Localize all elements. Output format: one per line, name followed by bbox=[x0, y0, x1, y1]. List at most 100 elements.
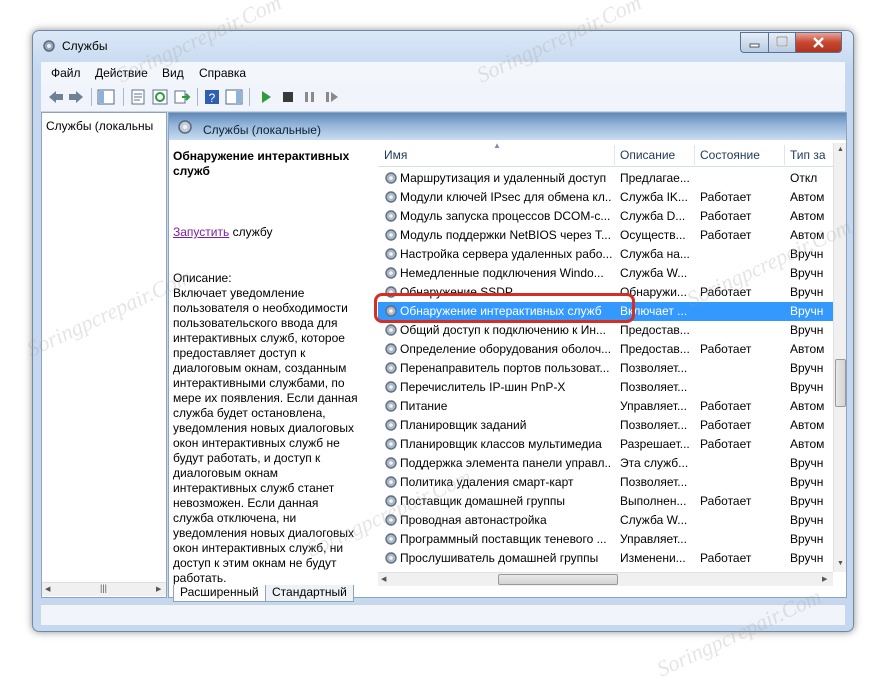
service-action: Запустить службу bbox=[173, 225, 272, 240]
scroll-left-icon[interactable]: ◀ bbox=[381, 575, 386, 583]
pane-header: Службы (локальные) bbox=[169, 113, 846, 140]
service-row[interactable]: Обнаружение интерактивных служб Включает … bbox=[378, 302, 833, 321]
service-startup-type: Автом bbox=[790, 437, 825, 451]
service-row[interactable]: Модуль запуска процессов DCOM-с... Служба… bbox=[378, 207, 833, 226]
minimize-button[interactable] bbox=[740, 32, 769, 53]
close-button[interactable] bbox=[795, 32, 842, 53]
menu-file[interactable]: Файл bbox=[51, 66, 81, 80]
service-description: Управляет... bbox=[620, 532, 687, 546]
service-description: Служба IK... bbox=[620, 190, 688, 204]
service-row[interactable]: Модуль поддержки NetBIOS через T... Осуще… bbox=[378, 226, 833, 245]
service-startup-type: Вручн bbox=[790, 475, 824, 489]
service-gear-icon bbox=[385, 457, 397, 469]
start-service-link[interactable]: Запустить bbox=[173, 225, 229, 239]
service-row[interactable]: Проводная автонастройка Служба W... Вручн bbox=[378, 511, 833, 530]
services-window: Службы Файл Действие Вид Справка ? Служб… bbox=[32, 30, 854, 632]
column-state[interactable]: Состояние bbox=[700, 148, 760, 162]
menu-action[interactable]: Действие bbox=[95, 66, 148, 80]
refresh-icon[interactable] bbox=[151, 88, 169, 106]
column-divider[interactable] bbox=[614, 145, 615, 165]
scroll-right-icon[interactable]: ▶ bbox=[822, 575, 827, 583]
service-name: Модуль поддержки NetBIOS через T... bbox=[400, 228, 611, 242]
service-name: Определение оборудования оболоч... bbox=[400, 342, 612, 356]
service-action-text: службу bbox=[229, 225, 273, 239]
service-name: Прослушиватель домашней группы bbox=[400, 551, 599, 565]
pause-service-icon[interactable] bbox=[301, 88, 319, 106]
service-startup-type: Вручн bbox=[790, 456, 824, 470]
service-gear-icon bbox=[385, 495, 397, 507]
service-state: Работает bbox=[700, 418, 752, 432]
service-row[interactable]: Общий доступ к подключению к Ин... Предос… bbox=[378, 321, 833, 340]
service-gear-icon bbox=[385, 191, 397, 203]
stop-service-icon[interactable] bbox=[279, 88, 297, 106]
service-row[interactable]: Планировщик заданий Позволяет... Работает А… bbox=[378, 416, 833, 435]
menu-view[interactable]: Вид bbox=[162, 66, 184, 80]
service-row[interactable]: Программный поставщик теневого ... Управл… bbox=[378, 530, 833, 549]
column-divider[interactable] bbox=[694, 145, 695, 165]
maximize-button[interactable] bbox=[768, 32, 796, 53]
service-row[interactable]: Поставщик домашней группы Выполнен... Рабо… bbox=[378, 492, 833, 511]
service-name: Проводная автонастройка bbox=[400, 513, 547, 527]
service-gear-icon bbox=[385, 381, 397, 393]
menu-help[interactable]: Справка bbox=[199, 66, 246, 80]
service-gear-icon bbox=[385, 362, 397, 374]
selected-service-name: Обнаружение интерактивных служб bbox=[173, 149, 350, 178]
start-service-icon[interactable] bbox=[257, 88, 275, 106]
service-startup-type: Автом bbox=[790, 418, 825, 432]
back-icon[interactable] bbox=[47, 88, 65, 106]
action-pane-icon[interactable] bbox=[225, 88, 243, 106]
service-gear-icon bbox=[385, 533, 397, 545]
view-tabs: Расширенный Стандартный bbox=[169, 585, 845, 603]
service-row[interactable]: Поддержка элемента панели управл... Эта с… bbox=[378, 454, 833, 473]
window-title: Службы bbox=[62, 39, 108, 53]
list-vertical-scrollbar[interactable]: ▲ ▼ bbox=[833, 143, 846, 572]
service-row[interactable]: Маршрутизация и удаленный доступ Предлага… bbox=[378, 169, 833, 188]
tab-standard[interactable]: Стандартный bbox=[265, 585, 354, 602]
toolbar-separator bbox=[249, 88, 250, 106]
tab-extended[interactable]: Расширенный bbox=[173, 585, 266, 602]
column-divider[interactable] bbox=[784, 145, 785, 165]
restart-service-icon[interactable] bbox=[323, 88, 341, 106]
vertical-scroll-thumb[interactable] bbox=[835, 359, 846, 407]
service-name: Обнаружение интерактивных служб bbox=[400, 304, 602, 318]
service-row[interactable]: Политика удаления смарт-карт Позволяет...… bbox=[378, 473, 833, 492]
service-row[interactable]: Немедленные подключения Windo... Служба W… bbox=[378, 264, 833, 283]
scroll-thumb-grip-icon[interactable]: ||| bbox=[100, 583, 107, 593]
show-hide-console-tree-icon[interactable] bbox=[97, 88, 115, 106]
service-description: Предостав... bbox=[620, 342, 690, 356]
service-name: Общий доступ к подключению к Ин... bbox=[400, 323, 607, 337]
service-gear-icon bbox=[385, 476, 397, 488]
help-icon[interactable]: ? bbox=[203, 88, 221, 106]
service-row[interactable]: Питание Управляет... Работает Автом bbox=[378, 397, 833, 416]
service-row[interactable]: Настройка сервера удаленных рабо... Служб… bbox=[378, 245, 833, 264]
forward-icon[interactable] bbox=[67, 88, 85, 106]
scroll-left-icon[interactable]: ◀ bbox=[45, 585, 50, 593]
tree-item-services-local[interactable]: Службы (локальны bbox=[46, 119, 153, 133]
service-state: Работает bbox=[700, 190, 752, 204]
service-name: Планировщик классов мультимедиа bbox=[400, 437, 602, 451]
service-description: Предлагае... bbox=[620, 171, 690, 185]
export-list-icon[interactable] bbox=[173, 88, 191, 106]
service-row[interactable]: Перенаправитель портов пользоват... Позво… bbox=[378, 359, 833, 378]
column-startup-type[interactable]: Тип за bbox=[790, 148, 826, 162]
title-bar[interactable]: Службы bbox=[33, 31, 853, 61]
service-name: Перечислитель IP-шин PnP-X bbox=[400, 380, 566, 394]
service-gear-icon bbox=[385, 267, 397, 279]
service-row[interactable]: Прослушиватель домашней группы Изменени..… bbox=[378, 549, 833, 568]
column-description[interactable]: Описание bbox=[620, 148, 675, 162]
list-horizontal-scrollbar[interactable]: ◀ ▶ bbox=[378, 572, 833, 586]
horizontal-scroll-thumb[interactable] bbox=[498, 574, 618, 585]
scroll-down-icon[interactable]: ▼ bbox=[837, 560, 844, 567]
service-startup-type: Вручн bbox=[790, 323, 824, 337]
column-name[interactable]: Имя bbox=[384, 148, 407, 162]
tree-horizontal-scrollbar[interactable]: ◀ ||| ▶ bbox=[42, 582, 166, 596]
service-row[interactable]: Определение оборудования оболоч... Предос… bbox=[378, 340, 833, 359]
scroll-up-icon[interactable]: ▲ bbox=[837, 146, 844, 153]
properties-icon[interactable] bbox=[129, 88, 147, 106]
service-row[interactable]: Перечислитель IP-шин PnP-X Позволяет... Вр… bbox=[378, 378, 833, 397]
service-state: Работает bbox=[700, 551, 752, 565]
service-row[interactable]: Модули ключей IPsec для обмена кл... Служ… bbox=[378, 188, 833, 207]
service-row[interactable]: Планировщик классов мультимедиа Разрешает… bbox=[378, 435, 833, 454]
scroll-right-icon[interactable]: ▶ bbox=[156, 585, 161, 593]
service-row[interactable]: Обнаружение SSDP Обнаружи... Работает Вручн bbox=[378, 283, 833, 302]
